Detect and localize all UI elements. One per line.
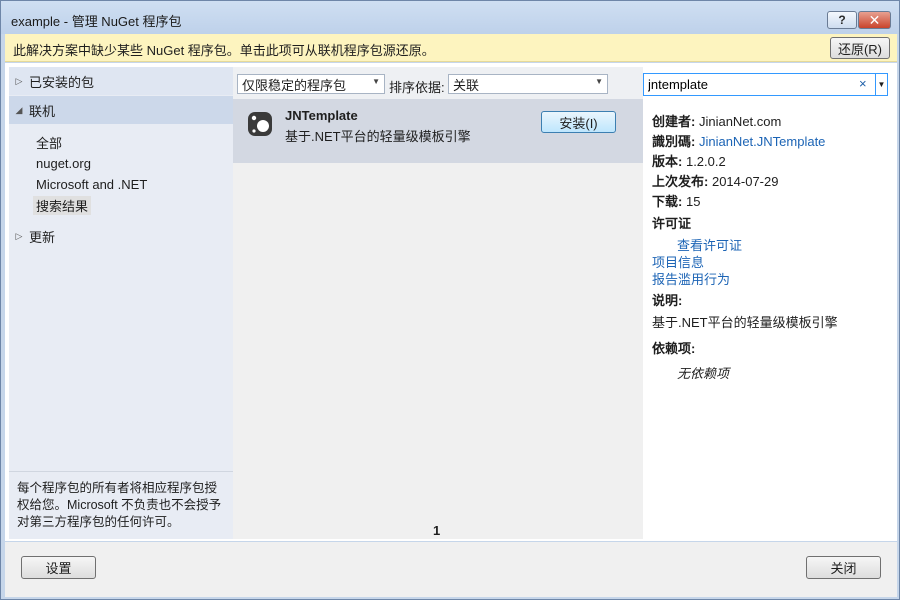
published-line: 上次发布: 2014-07-29 bbox=[652, 171, 778, 190]
creator-value: JinianNet.com bbox=[698, 114, 782, 129]
package-description: 基于.NET平台的轻量级模板引擎 bbox=[285, 129, 471, 144]
chevron-down-icon: ▼ bbox=[372, 77, 380, 86]
bottom-bar: 设置 关闭 bbox=[5, 542, 897, 597]
package-row[interactable]: JNTemplate 基于.NET平台的轻量级模板引擎 安装(I) bbox=[233, 99, 643, 163]
version-label: 版本: bbox=[652, 154, 683, 169]
tree-node-online[interactable]: ◢ 联机 bbox=[9, 96, 233, 124]
main-area: ▷ 已安装的包 ◢ 联机 全部 nuget.org Microsoft and … bbox=[5, 63, 897, 541]
install-button[interactable]: 安装(I) bbox=[541, 111, 616, 133]
sidebar: ▷ 已安装的包 ◢ 联机 全部 nuget.org Microsoft and … bbox=[9, 67, 233, 539]
creator-label: 创建者: bbox=[652, 114, 696, 129]
details-pane: × ▼ 创建者: JinianNet.com 識別碼: JinianNet.JN… bbox=[643, 67, 893, 539]
search-history-dropdown[interactable]: ▼ bbox=[875, 74, 887, 95]
published-value: 2014-07-29 bbox=[711, 174, 779, 189]
expand-right-icon: ▷ bbox=[15, 75, 23, 86]
downloads-line: 下载: 15 bbox=[652, 191, 700, 210]
restore-button[interactable]: 还原(R) bbox=[830, 37, 890, 59]
dependencies-heading: 依赖项: bbox=[652, 341, 696, 356]
online-item-nuget-org[interactable]: nuget.org bbox=[33, 154, 94, 173]
sort-value: 关联 bbox=[453, 77, 480, 93]
package-id-link[interactable]: JinianNet.JNTemplate bbox=[699, 134, 825, 149]
sort-label: 排序依据: bbox=[389, 80, 445, 95]
id-label: 識別碼: bbox=[652, 134, 696, 149]
filter-bar: 仅限稳定的程序包 ▼ 排序依据: 关联 ▼ bbox=[233, 67, 643, 99]
stability-filter-select[interactable]: 仅限稳定的程序包 ▼ bbox=[237, 74, 385, 94]
search-box: × ▼ bbox=[643, 73, 888, 96]
license-note: 每个程序包的所有者将相应程序包授权给您。Microsoft 不负责也不会授予对第… bbox=[9, 471, 233, 539]
no-dependencies-text: 无依赖项 bbox=[677, 366, 730, 381]
report-abuse-link[interactable]: 报告滥用行为 bbox=[652, 269, 730, 288]
version-value: 1.2.0.2 bbox=[685, 154, 726, 169]
tree-node-label: 更新 bbox=[29, 229, 56, 245]
id-line: 識別碼: JinianNet.JNTemplate bbox=[652, 131, 825, 150]
description-value: 基于.NET平台的轻量级模板引擎 bbox=[652, 315, 838, 330]
license-heading: 许可证 bbox=[652, 216, 692, 231]
package-list-pane: 仅限稳定的程序包 ▼ 排序依据: 关联 ▼ JNTemplate 基于.NET平… bbox=[233, 67, 643, 539]
tree-node-label: 已安装的包 bbox=[29, 74, 95, 90]
sort-select[interactable]: 关联 ▼ bbox=[448, 74, 608, 94]
close-icon: ✕ bbox=[868, 11, 881, 28]
downloads-value: 15 bbox=[685, 194, 701, 209]
online-item-microsoft-dotnet[interactable]: Microsoft and .NET bbox=[33, 175, 150, 194]
help-button[interactable]: ? bbox=[827, 11, 857, 29]
package-name: JNTemplate bbox=[285, 108, 358, 123]
downloads-label: 下载: bbox=[652, 194, 683, 209]
expand-right-icon: ▷ bbox=[15, 230, 23, 241]
clear-search-icon[interactable]: × bbox=[859, 76, 867, 91]
chevron-down-icon: ▼ bbox=[595, 77, 603, 86]
stability-filter-value: 仅限稳定的程序包 bbox=[242, 77, 347, 93]
restore-message: 此解决方案中缺少某些 NuGet 程序包。单击此项可从联机程序包源还原。 bbox=[13, 43, 435, 58]
settings-button[interactable]: 设置 bbox=[21, 556, 96, 579]
close-button[interactable]: 关闭 bbox=[806, 556, 881, 579]
title-bar: example - 管理 NuGet 程序包 ? ✕ bbox=[1, 1, 899, 34]
restore-info-bar[interactable]: 此解决方案中缺少某些 NuGet 程序包。单击此项可从联机程序包源还原。 还原(… bbox=[5, 34, 897, 62]
creator-line: 创建者: JinianNet.com bbox=[652, 111, 781, 130]
package-icon bbox=[248, 112, 272, 136]
description-heading: 说明: bbox=[652, 293, 683, 308]
tree-node-label: 联机 bbox=[29, 103, 56, 119]
search-input[interactable] bbox=[648, 76, 848, 93]
online-item-all[interactable]: 全部 bbox=[33, 133, 65, 152]
expanded-down-icon: ◢ bbox=[15, 104, 23, 115]
published-label: 上次发布: bbox=[652, 174, 709, 189]
version-line: 版本: 1.2.0.2 bbox=[652, 151, 726, 170]
tree-node-updates[interactable]: ▷ 更新 bbox=[9, 222, 233, 250]
window-title: example - 管理 NuGet 程序包 bbox=[11, 14, 182, 29]
window-close-button[interactable]: ✕ bbox=[858, 11, 891, 29]
tree-node-installed[interactable]: ▷ 已安装的包 bbox=[9, 67, 233, 95]
online-item-search-results[interactable]: 搜索结果 bbox=[33, 196, 92, 215]
help-icon: ? bbox=[838, 13, 846, 27]
nuget-dialog-window: example - 管理 NuGet 程序包 ? ✕ 此解决方案中缺少某些 Nu… bbox=[0, 0, 900, 600]
page-number[interactable]: 1 bbox=[433, 523, 440, 538]
